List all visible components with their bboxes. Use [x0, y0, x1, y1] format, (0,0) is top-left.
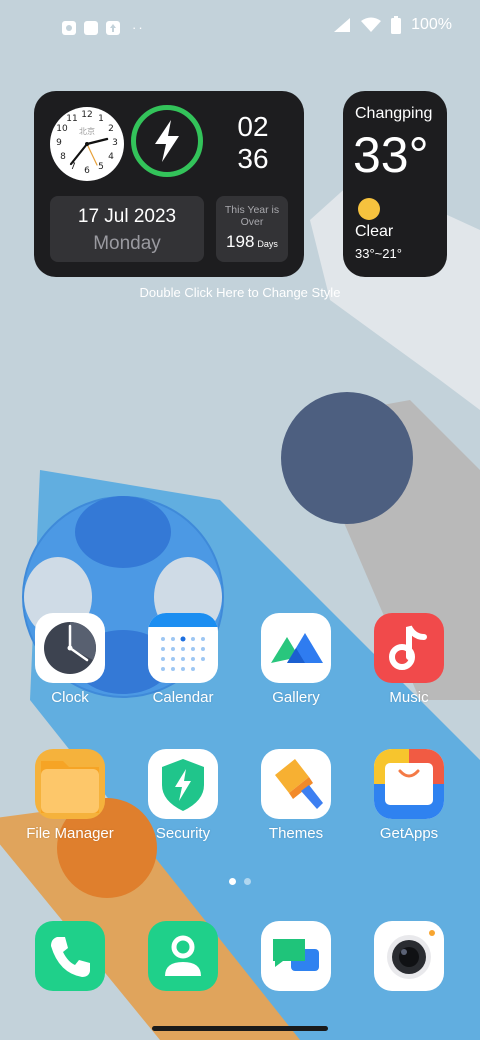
app-getapps[interactable]: GetApps — [354, 749, 464, 842]
app-label: Themes — [268, 825, 324, 842]
dial-8: 8 — [60, 152, 66, 162]
dial-7: 7 — [70, 162, 76, 172]
app-label: Gallery — [272, 689, 320, 706]
app-clock[interactable]: Clock — [15, 613, 125, 706]
dock-phone[interactable] — [15, 921, 125, 991]
notification-icon — [62, 20, 76, 35]
days-value: 198 — [226, 232, 255, 251]
app-label: Security — [155, 825, 211, 842]
battery-icon — [391, 16, 402, 34]
weekday-text: Monday — [93, 233, 161, 254]
dial-11: 11 — [66, 114, 78, 124]
weather-condition: Clear — [355, 223, 394, 240]
paintbrush-icon — [261, 749, 331, 819]
app-gallery[interactable]: Gallery — [241, 613, 351, 706]
app-security[interactable]: Security — [128, 749, 238, 842]
weather-city: Changping — [355, 105, 433, 122]
messages-icon — [261, 921, 331, 991]
dial-1: 1 — [98, 114, 104, 124]
weather-range: 33°~21° — [355, 246, 402, 261]
camera-icon — [374, 921, 444, 991]
calendar-icon — [148, 613, 218, 683]
minute: 36 — [237, 143, 269, 174]
date-text: 17 Jul 2023 — [77, 206, 177, 227]
digital-time: 02 36 — [228, 111, 278, 175]
signal-icon — [334, 18, 351, 32]
clock-icon — [35, 613, 105, 683]
app-themes[interactable]: Themes — [241, 749, 351, 842]
dial-12: 12 — [81, 110, 93, 120]
music-icon — [374, 613, 444, 683]
app-calendar[interactable]: Calendar — [128, 613, 238, 706]
folder-icon — [35, 749, 105, 819]
year-label: This Year is Over — [224, 204, 280, 228]
dock-camera[interactable] — [354, 921, 464, 991]
analog-clock-icon: 12 1 2 3 4 5 6 7 8 9 10 11 北京 — [50, 107, 124, 181]
dial-9: 9 — [56, 138, 62, 148]
notification-icons: ·· — [62, 20, 145, 35]
days-unit: Days — [257, 239, 278, 249]
page-indicator[interactable] — [0, 878, 480, 885]
upload-icon — [106, 20, 120, 35]
dial-5: 5 — [98, 162, 104, 172]
battery-percent: 100% — [411, 16, 452, 33]
dial-6: 6 — [84, 166, 90, 176]
dial-3: 3 — [112, 138, 118, 148]
lightning-icon — [155, 120, 179, 162]
wifi-icon — [361, 17, 382, 32]
shopping-bag-icon — [374, 749, 444, 819]
dial-4: 4 — [108, 152, 114, 162]
contacts-icon — [148, 921, 218, 991]
weather-temperature: 33° — [353, 127, 429, 183]
phone-icon — [35, 921, 105, 991]
square-icon — [84, 20, 98, 35]
days-over: 198 Days — [216, 232, 288, 252]
app-label: Calendar — [152, 689, 214, 706]
more-dots-icon: ·· — [132, 20, 145, 35]
clock-city: 北京 — [79, 127, 95, 136]
gallery-icon — [261, 613, 331, 683]
battery-ring — [131, 105, 203, 177]
widget-hint[interactable]: Double Click Here to Change Style — [0, 285, 480, 300]
system-status: 100% — [333, 16, 452, 34]
page-dot[interactable] — [244, 878, 251, 885]
page-dot-active[interactable] — [229, 878, 236, 885]
dock-messages[interactable] — [241, 921, 351, 991]
app-label: GetApps — [379, 825, 439, 842]
date-panel: 17 Jul 2023 Monday — [50, 196, 204, 262]
app-music[interactable]: Music — [354, 613, 464, 706]
dock-contacts[interactable] — [128, 921, 238, 991]
app-label: Clock — [51, 689, 89, 706]
clock-widget[interactable]: 12 1 2 3 4 5 6 7 8 9 10 11 北京 02 36 17 J… — [34, 91, 304, 277]
app-label: File Manager — [26, 825, 114, 842]
shield-icon — [148, 749, 218, 819]
app-file-manager[interactable]: File Manager — [15, 749, 125, 842]
gesture-bar[interactable] — [152, 1026, 328, 1031]
sun-icon — [358, 198, 380, 220]
weather-widget[interactable]: Changping 33° Clear 33°~21° — [343, 91, 447, 277]
app-label: Music — [389, 689, 429, 706]
hour: 02 — [237, 111, 269, 142]
year-progress-panel: This Year is Over 198 Days — [216, 196, 288, 262]
status-bar: ·· 100% — [0, 0, 480, 56]
